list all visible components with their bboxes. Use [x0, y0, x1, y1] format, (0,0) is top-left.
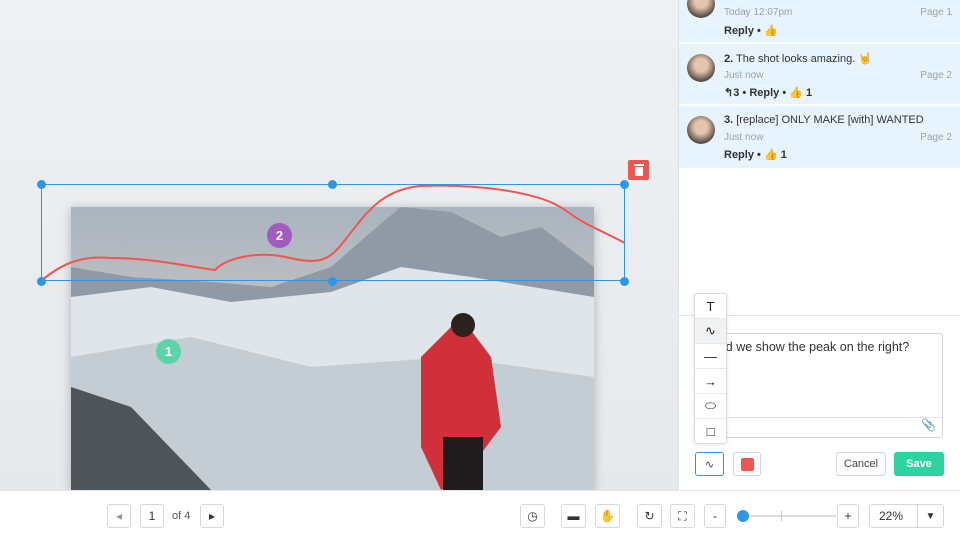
comment-marker-2[interactable]: 2	[267, 223, 292, 248]
resize-handle[interactable]	[328, 180, 337, 189]
resize-handle[interactable]	[37, 180, 46, 189]
comment-marker-1[interactable]: 1	[156, 339, 181, 364]
avatar	[687, 116, 715, 144]
zoom-in-button[interactable]: +	[837, 504, 859, 528]
zoom-out-button[interactable]: -	[704, 504, 726, 528]
comment-page: Page 2	[920, 70, 952, 81]
freehand-tool[interactable]: ∿	[695, 319, 726, 344]
bottom-toolbar: ◂ 1 of 4 ▸ ◷ ▬ ✋ ↻ ⛶ - + 22% ▼	[0, 490, 960, 540]
pan-hand-button[interactable]: ✋	[595, 504, 620, 528]
comment-page: Page 2	[920, 132, 952, 143]
resize-handle[interactable]	[37, 277, 46, 286]
line-tool[interactable]: —	[695, 344, 726, 369]
comment-time: Today 12:07pm	[724, 7, 793, 18]
cancel-button[interactable]: Cancel	[836, 452, 886, 476]
resize-handle[interactable]	[620, 277, 629, 286]
color-picker[interactable]	[733, 452, 761, 476]
zoom-slider-handle[interactable]	[736, 510, 749, 522]
comment-time: Just now	[724, 132, 764, 143]
prev-page-button[interactable]: ◂	[107, 504, 131, 528]
color-swatch	[740, 457, 754, 471]
attach-icon[interactable]: 📎	[717, 417, 942, 437]
like-button[interactable]: 👍 1	[789, 87, 812, 99]
chevron-down-icon[interactable]: ▼	[917, 505, 943, 527]
page-count: of 4	[172, 510, 191, 522]
page-input[interactable]: 1	[140, 504, 164, 528]
rotate-button[interactable]: ↻	[637, 504, 662, 528]
like-button[interactable]: 👍	[764, 25, 778, 37]
avatar	[687, 54, 715, 82]
comment-textarea[interactable]: ld we show the peak on the right? 📎	[716, 333, 943, 438]
reply-button[interactable]: Reply	[724, 149, 754, 161]
resize-handle[interactable]	[620, 180, 629, 189]
annotation-tool-palette: T ∿ — → ⬭ □	[694, 293, 727, 444]
comment-number: 2.	[724, 53, 734, 65]
comment-text: [replace] ONLY MAKE [with] WANTED	[736, 114, 924, 126]
trash-icon	[633, 164, 644, 176]
zoom-level-select[interactable]: 22% ▼	[869, 504, 944, 528]
avatar	[687, 0, 715, 18]
arrow-tool[interactable]: →	[695, 369, 726, 394]
ellipse-tool[interactable]: ⬭	[695, 394, 726, 419]
reply-button[interactable]: Reply	[749, 87, 779, 99]
resize-handle[interactable]	[328, 277, 337, 286]
comment-item[interactable]: 2. The shot looks amazing. 🤘 Just now Pa…	[679, 44, 960, 106]
comment-item[interactable]: 3. [replace] ONLY MAKE [with] WANTED Jus…	[679, 106, 960, 168]
replies-count[interactable]: ↰3	[724, 87, 739, 99]
delete-annotation-button[interactable]	[628, 160, 649, 180]
ruler-button[interactable]: ▬	[561, 504, 586, 528]
text-tool[interactable]: T	[695, 294, 726, 319]
draw-tool-select[interactable]: ∿	[695, 452, 724, 476]
reply-button[interactable]: Reply	[724, 25, 754, 37]
navigate-button[interactable]: ◷	[520, 504, 545, 528]
next-page-button[interactable]: ▸	[200, 504, 224, 528]
fit-screen-button[interactable]: ⛶	[670, 504, 695, 528]
comment-text: The shot looks amazing. 🤘	[736, 53, 873, 65]
zoom-slider[interactable]	[736, 510, 836, 522]
document-canvas[interactable]: 2 1	[0, 0, 678, 490]
comment-time: Just now	[724, 70, 764, 81]
like-button[interactable]: 👍 1	[764, 149, 787, 161]
save-button[interactable]: Save	[894, 452, 944, 476]
comment-number: 3.	[724, 114, 734, 126]
comment-item[interactable]: Today 12:07pm Page 1 Reply • 👍	[679, 0, 960, 44]
selection-box[interactable]	[41, 184, 625, 281]
rectangle-tool[interactable]: □	[695, 419, 726, 444]
comment-page: Page 1	[920, 7, 952, 18]
